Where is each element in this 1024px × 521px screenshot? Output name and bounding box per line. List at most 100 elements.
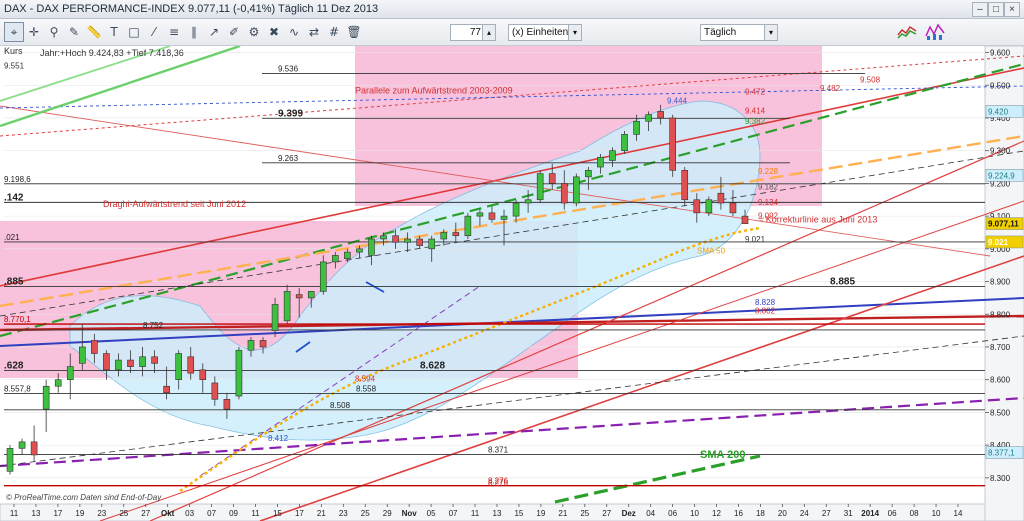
candle-down: [717, 192, 725, 204]
candle-down: [392, 235, 399, 243]
shapes-icon[interactable]: □: [124, 22, 144, 42]
indicator-panel-icon[interactable]: [924, 21, 946, 41]
x-tick-label: 25: [119, 509, 128, 518]
chart-style-icon[interactable]: [896, 21, 918, 41]
units-select[interactable]: (x) Einheiten ▾: [508, 24, 582, 41]
minimize-button[interactable]: –: [972, 2, 988, 17]
level-label: 8.558: [356, 384, 377, 393]
interval-select[interactable]: Täglich ▾: [700, 24, 778, 41]
chart-annotation: 9.551: [4, 62, 25, 71]
compare-icon[interactable]: ⇄: [304, 22, 324, 42]
candle-up: [247, 340, 255, 351]
candle-up: [319, 261, 327, 292]
chart-annotation: 8.412: [268, 434, 289, 443]
x-tick-label: 29: [383, 509, 392, 518]
candle-down: [103, 353, 110, 371]
candle-up: [344, 251, 351, 259]
close-button[interactable]: ×: [1004, 2, 1020, 17]
candle-down: [693, 199, 701, 214]
brush-icon[interactable]: ✐: [224, 22, 244, 42]
level-label: 8.557,8: [4, 384, 31, 393]
level-label: 8.770,1: [4, 315, 31, 324]
chart-annotation: 9.382: [745, 117, 766, 126]
crosshair-icon[interactable]: ✛: [24, 22, 44, 42]
x-tick-label: 2014: [861, 509, 879, 518]
x-tick-label: 03: [185, 509, 194, 518]
candle-up: [633, 120, 640, 135]
x-tick-label: 27: [141, 509, 150, 518]
chart-annotation: = Korrekturlinie aus Juni 2013: [758, 215, 877, 225]
cursor-icon[interactable]: ⌖: [4, 22, 24, 42]
level-label: .021: [4, 233, 20, 242]
x-tick-label: 15: [273, 509, 282, 518]
candle-down: [223, 399, 231, 410]
price-tag-label: 9.077,11: [988, 220, 1019, 229]
x-tick-label: 27: [602, 509, 611, 518]
price-tag-label: 9.224,9: [988, 171, 1015, 180]
candle-up: [645, 114, 652, 122]
price-chart[interactable]: 9.536 9.399 9.263 9.198,6 .142 .021 .885 8.885 8…: [0, 46, 1024, 521]
kurs-label: Kurs: [4, 46, 23, 56]
x-tick-label: Okt: [161, 509, 175, 518]
candle-down: [741, 215, 749, 224]
y-tick-label: 9.300: [990, 147, 1011, 156]
footer-credit: © ProRealTime.com Daten sind End-of-Day: [6, 493, 162, 502]
candle-down: [295, 294, 303, 299]
x-tick-label: Dez: [622, 509, 636, 518]
x-tick-label: 21: [317, 509, 326, 518]
chart-annotation: 9.182: [758, 182, 779, 191]
candle-up: [78, 346, 86, 364]
x-tick-label: 15: [514, 509, 523, 518]
chevron-down-icon[interactable]: ▾: [764, 25, 777, 40]
settings-icon[interactable]: ⚙: [244, 22, 264, 42]
delete-icon[interactable]: ✖: [264, 22, 284, 42]
fibonacci-icon[interactable]: ≡: [164, 22, 184, 42]
level-label: 9.399: [278, 108, 303, 119]
level-label: 8.628: [420, 361, 445, 372]
chart-annotation: 9.228: [758, 167, 779, 176]
chevron-down-icon[interactable]: ▾: [568, 25, 581, 40]
stepper-icon[interactable]: ▴: [482, 25, 495, 40]
chart-annotation: SMA 200: [700, 449, 745, 461]
candle-down: [199, 369, 207, 380]
candle-down: [163, 385, 170, 394]
trash-icon[interactable]: 🗑: [344, 22, 364, 42]
chart-annotation: Parallele zum Aufwärtstrend 2003-2009: [355, 85, 513, 95]
x-tick-label: 11: [251, 509, 260, 518]
candle-down: [669, 117, 677, 171]
price-tag-label: 8.377,1: [988, 449, 1015, 458]
x-tick-label: 12: [712, 509, 721, 518]
x-tick-label: 11: [10, 509, 19, 518]
level-label: 9.198,6: [4, 175, 31, 184]
x-tick-label: 07: [207, 509, 216, 518]
candle-down: [452, 232, 460, 237]
candle-up: [175, 353, 182, 380]
ruler-icon[interactable]: 📏: [84, 22, 104, 42]
grid-icon[interactable]: #: [324, 22, 344, 42]
indicator-icon[interactable]: ∿: [284, 22, 304, 42]
candle-down: [548, 173, 556, 184]
pencil-icon[interactable]: ✎: [64, 22, 84, 42]
year-high-low: Jahr:+Hoch 9.424,83 +Tief 7.418,36: [40, 48, 184, 58]
x-tick-label: 19: [536, 509, 545, 518]
candle-up: [18, 441, 26, 449]
candle-up: [597, 156, 604, 168]
candle-up: [332, 255, 339, 263]
x-tick-label: 10: [932, 509, 941, 518]
y-tick-label: 8.900: [990, 278, 1011, 287]
channel-icon[interactable]: ∥: [184, 22, 204, 42]
arrow-icon[interactable]: ↗: [204, 22, 224, 42]
candle-up: [705, 199, 713, 214]
trendline-icon[interactable]: ⁄: [144, 22, 164, 42]
chart-annotation: 8.802: [755, 307, 776, 316]
text-icon[interactable]: T: [104, 22, 124, 42]
x-tick-label: 20: [778, 509, 787, 518]
x-tick-label: 09: [229, 509, 238, 518]
y-tick-label: 9.600: [990, 49, 1011, 58]
periods-input[interactable]: 77 ▴: [450, 24, 496, 41]
maximize-button[interactable]: □: [988, 2, 1004, 17]
y-tick-label: 8.800: [990, 310, 1011, 319]
zoom-icon[interactable]: ⚲: [44, 22, 64, 42]
level-label: 9.536: [278, 64, 299, 73]
x-tick-label: 25: [361, 509, 370, 518]
